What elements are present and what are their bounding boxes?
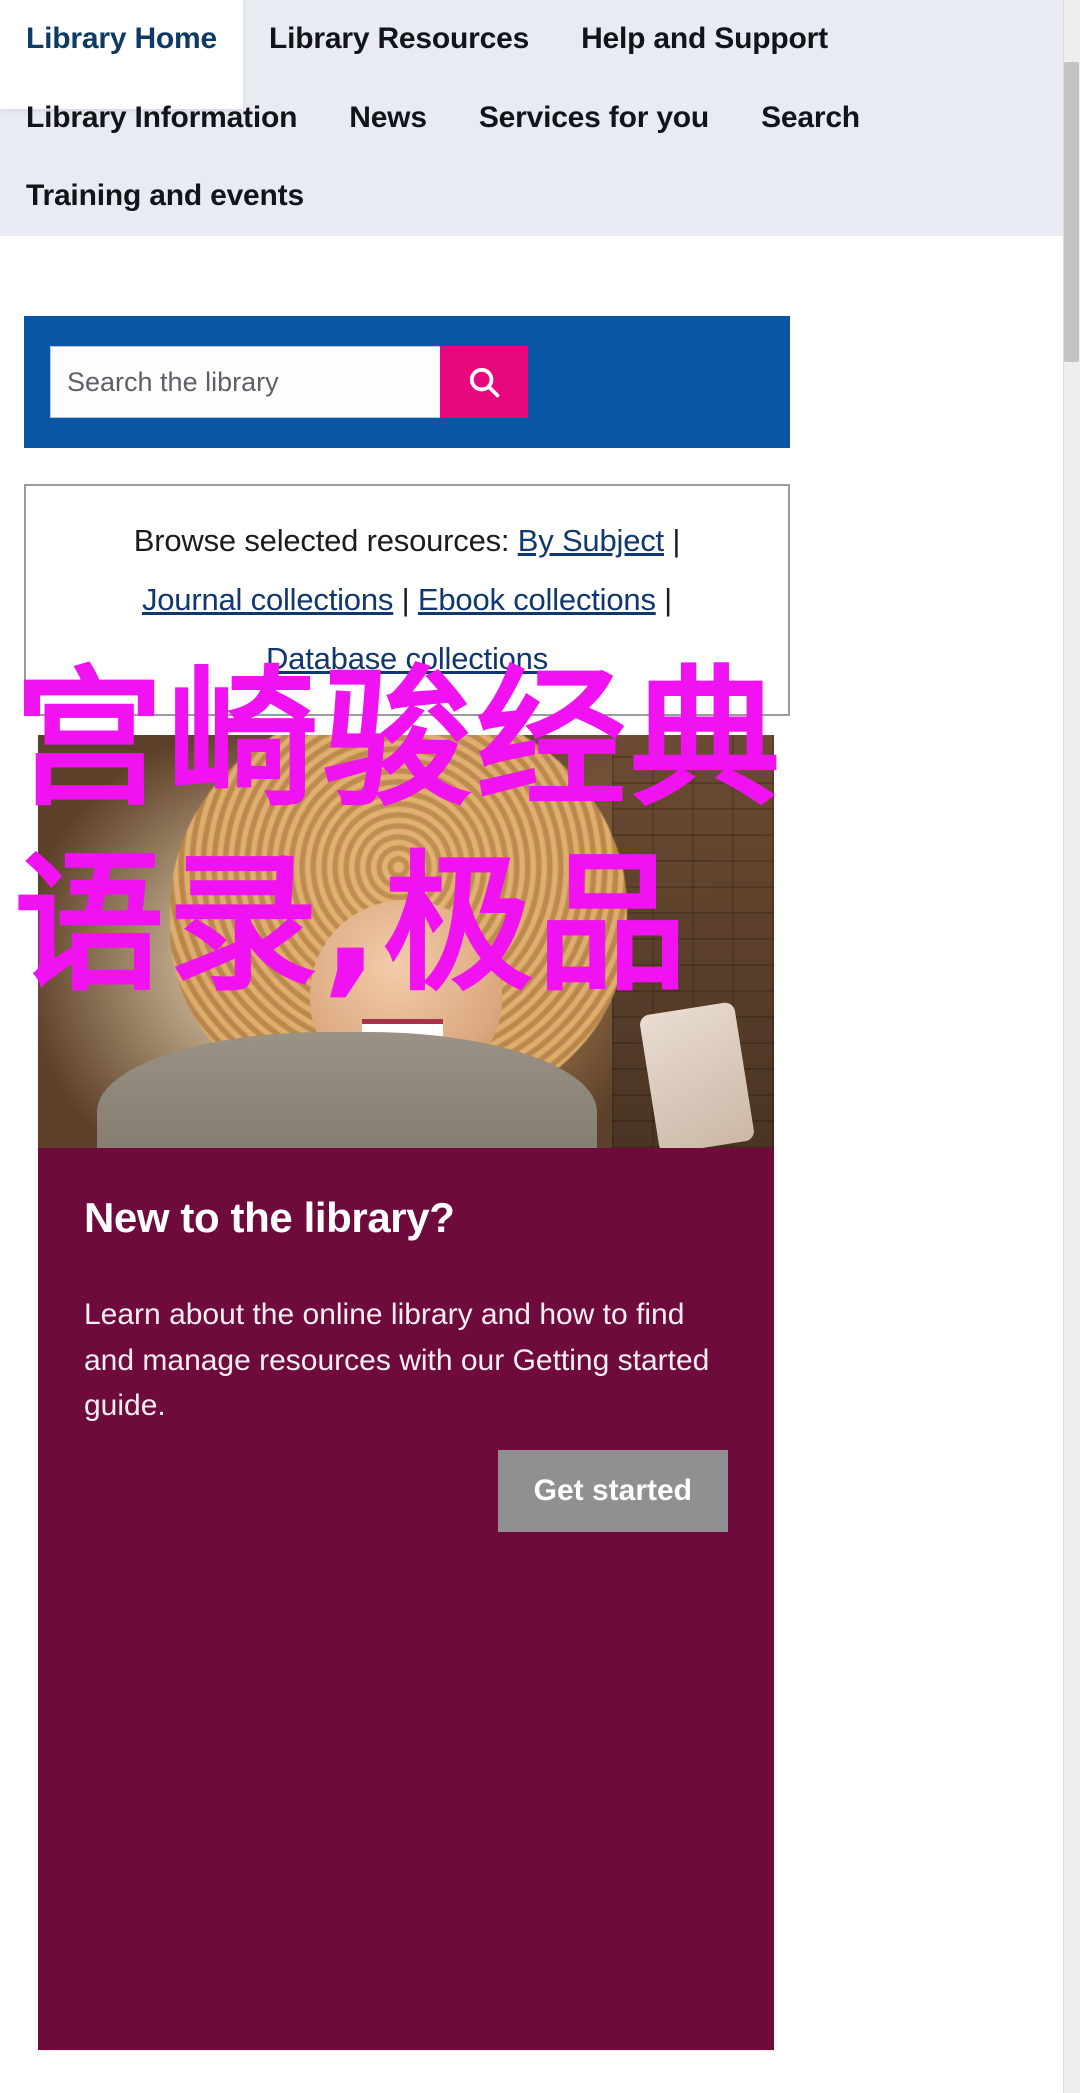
promo-body: New to the library? Learn about the onli…: [38, 1148, 774, 2050]
page-scrollbar[interactable]: [1063, 0, 1080, 2093]
nav-item-news[interactable]: News: [323, 79, 453, 158]
browse-link-database-collections[interactable]: Database collections: [266, 641, 548, 676]
nav-item-library-information[interactable]: Library Information: [0, 79, 323, 158]
search-icon: [465, 363, 503, 401]
promo-description: Learn about the online library and how t…: [84, 1298, 710, 1423]
nav-item-search[interactable]: Search: [735, 79, 886, 158]
browse-prefix-label: Browse selected resources:: [133, 523, 518, 558]
browse-resources-box: Browse selected resources: By Subject | …: [24, 484, 790, 716]
search-form: [50, 346, 528, 418]
browse-link-by-subject[interactable]: By Subject: [518, 523, 664, 558]
browse-line-1: Browse selected resources: By Subject |: [44, 512, 770, 571]
search-submit-button[interactable]: [440, 346, 528, 418]
browse-separator: |: [663, 523, 681, 558]
nav-item-help-and-support[interactable]: Help and Support: [555, 0, 854, 79]
get-started-button[interactable]: Get started: [497, 1450, 728, 1532]
page-root: Library Home Library Resources Help and …: [0, 0, 1080, 2093]
scrollbar-thumb[interactable]: [1064, 62, 1079, 362]
library-search-panel: [24, 316, 790, 448]
nav-item-library-resources[interactable]: Library Resources: [243, 0, 555, 79]
browse-link-journal-collections[interactable]: Journal collections: [142, 582, 393, 617]
nav-item-services-for-you[interactable]: Services for you: [453, 79, 735, 158]
promo-title: New to the library?: [84, 1194, 455, 1241]
browse-line-3: Database collections: [44, 630, 770, 689]
browse-separator: |: [393, 581, 418, 617]
content-spacer: [0, 236, 1063, 316]
browse-link-ebook-collections[interactable]: Ebook collections: [418, 582, 656, 617]
promo-image: [38, 735, 774, 1148]
nav-item-training-and-events[interactable]: Training and events: [0, 157, 330, 236]
browse-separator: |: [655, 581, 673, 617]
new-to-library-card: New to the library? Learn about the onli…: [38, 735, 774, 2050]
search-input[interactable]: [50, 346, 440, 418]
browse-line-2: Journal collections | Ebook collections …: [44, 571, 770, 630]
main-navigation: Library Home Library Resources Help and …: [0, 0, 1063, 267]
